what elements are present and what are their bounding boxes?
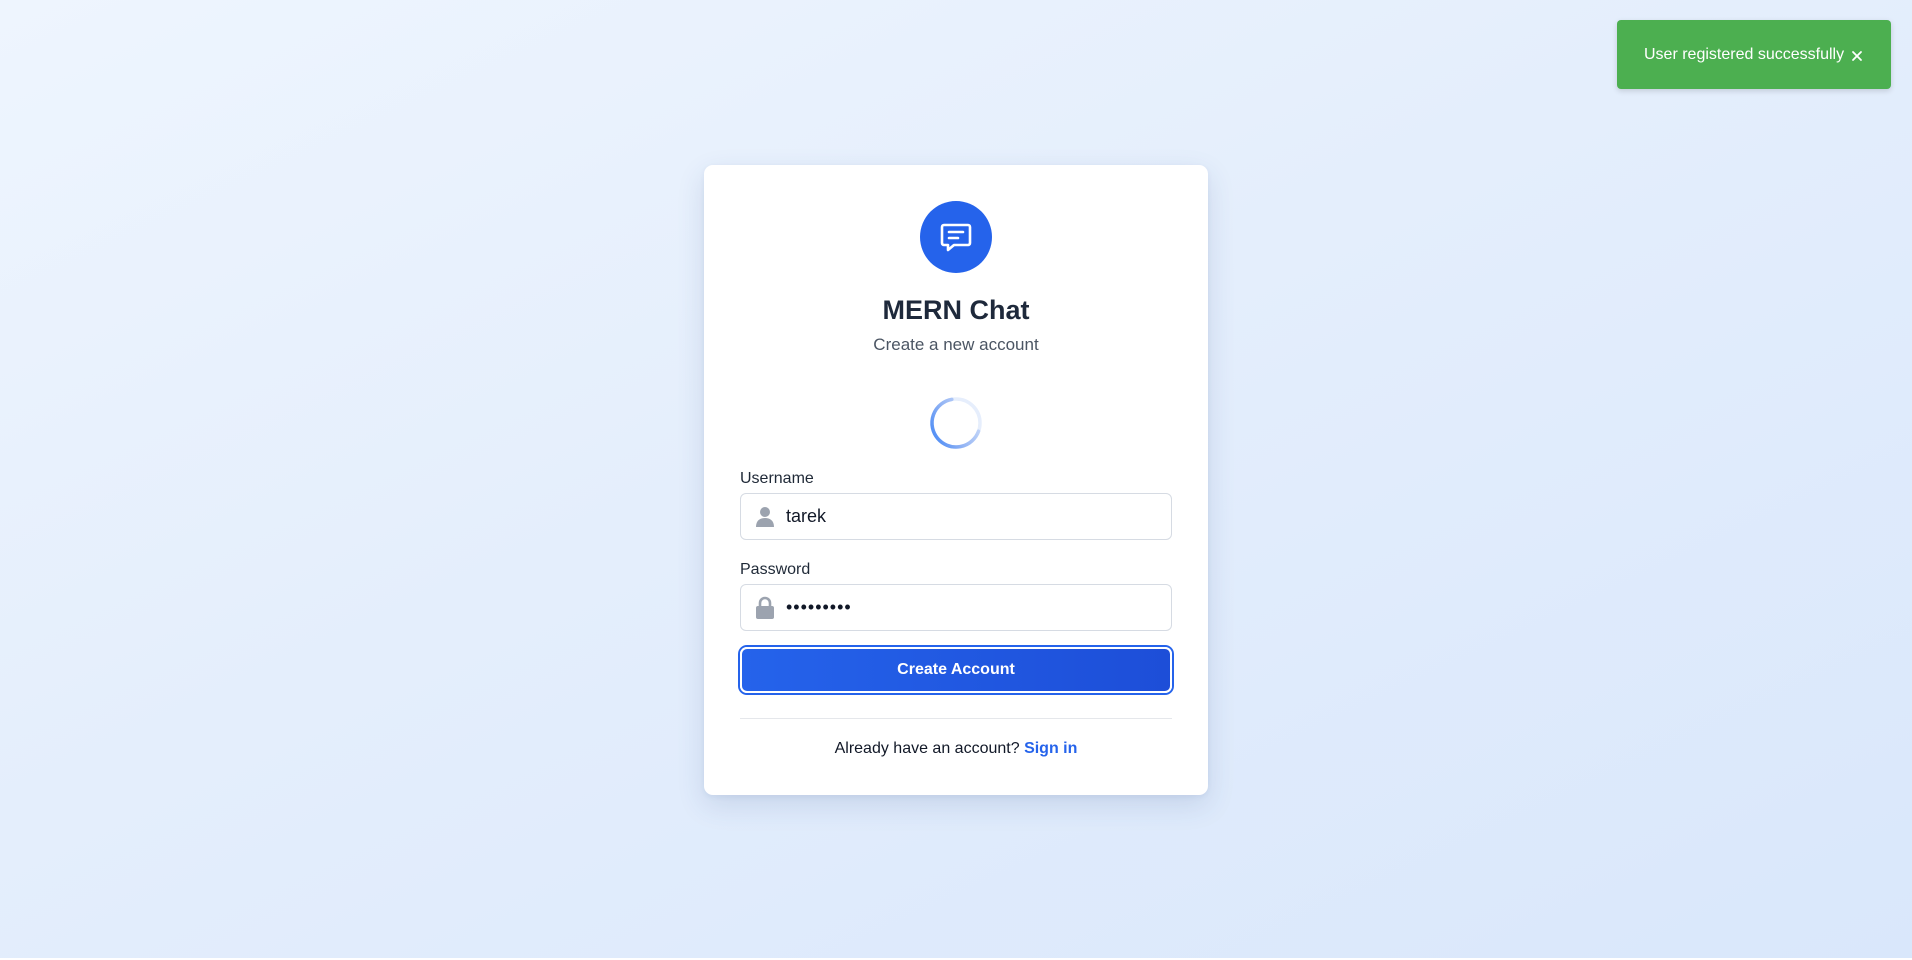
success-toast: User registered successfully: [1617, 20, 1891, 89]
password-label: Password: [740, 561, 811, 578]
create-account-button[interactable]: Create Account: [740, 647, 1172, 693]
loading-spinner: [928, 395, 984, 451]
app-title: MERN Chat: [882, 295, 1030, 325]
username-label: Username: [740, 470, 814, 487]
signin-link[interactable]: Sign in: [1024, 740, 1077, 757]
user-icon: [754, 506, 776, 528]
close-icon[interactable]: [1847, 46, 1867, 66]
divider: [740, 718, 1172, 719]
signin-prompt: Already have an account? Sign in: [704, 738, 1208, 760]
signin-prompt-text: Already have an account?: [834, 740, 1020, 757]
lock-icon: [754, 596, 776, 619]
password-field[interactable]: •••••••••: [740, 584, 1172, 631]
chat-bubble-icon: [920, 201, 992, 273]
toast-message: User registered successfully: [1644, 45, 1845, 63]
username-field[interactable]: tarek: [740, 493, 1172, 540]
password-value[interactable]: •••••••••: [786, 597, 852, 618]
register-card: MERN Chat Create a new account Username …: [704, 165, 1208, 795]
username-value[interactable]: tarek: [786, 506, 826, 527]
app-subtitle: Create a new account: [873, 335, 1039, 354]
